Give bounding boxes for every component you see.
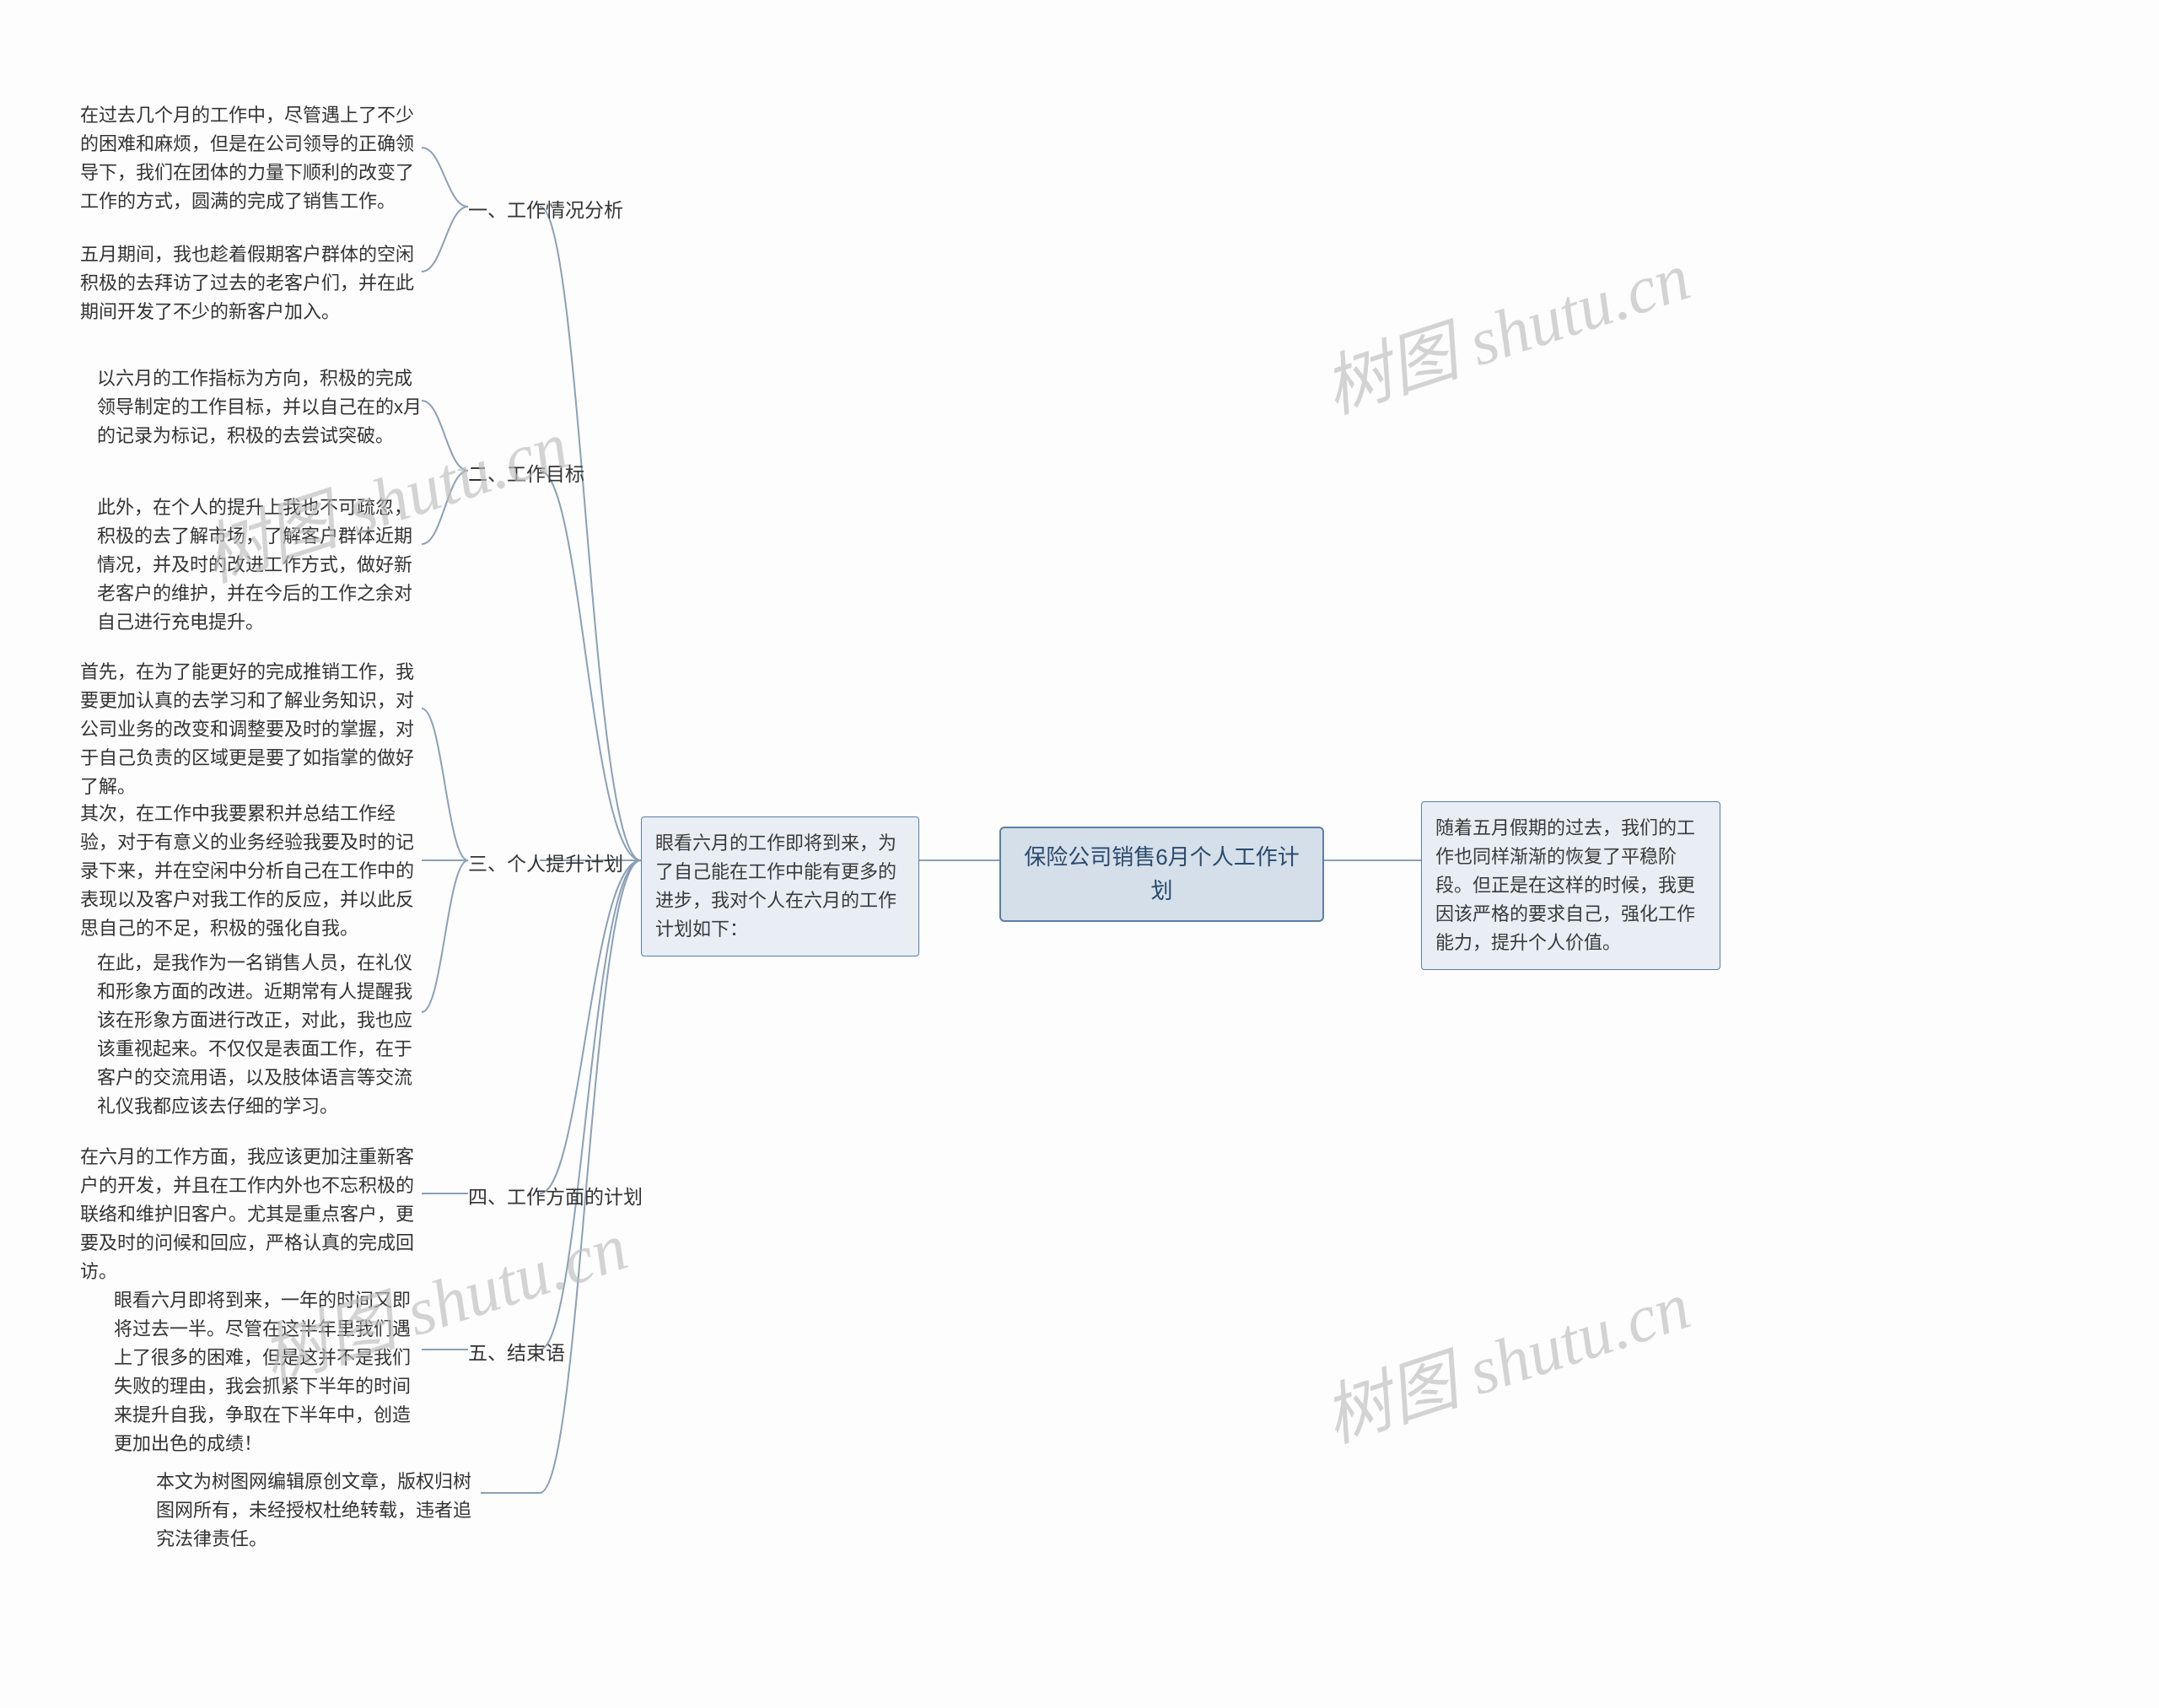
leaf-1-1: 在过去几个月的工作中，尽管遇上了不少的困难和麻烦，但是在公司领导的正确领导下，我… <box>80 101 422 216</box>
leaf-3-1: 首先，在为了能更好的完成推销工作，我要更加认真的去学习和了解业务知识，对公司业务… <box>80 658 422 801</box>
leaf-2-2: 此外，在个人的提升上我也不可疏忽，积极的去了解市场，了解客户群体近期情况，并及时… <box>97 493 422 637</box>
leaf-1-2: 五月期间，我也趁着假期客户群体的空闲积极的去拜访了过去的老客户们，并在此期间开发… <box>80 240 422 326</box>
branch-2-label: 二、工作目标 <box>468 460 584 490</box>
branch-3-label: 三、个人提升计划 <box>468 849 623 880</box>
root-node: 保险公司销售6月个人工作计划 <box>999 827 1324 922</box>
intro-left-node: 眼看六月的工作即将到来，为了自己能在工作中能有更多的进步，我对个人在六月的工作计… <box>641 816 919 956</box>
branch-4-label: 四、工作方面的计划 <box>468 1183 643 1213</box>
intro-right-node: 随着五月假期的过去，我们的工作也同样渐渐的恢复了平稳阶段。但正是在这样的时候，我… <box>1421 801 1720 970</box>
leaf-3-3: 在此，是我作为一名销售人员，在礼仪和形象方面的改进。近期常有人提醒我该在形象方面… <box>97 949 422 1122</box>
watermark: 树图 shutu.cn <box>1310 222 1700 432</box>
leaf-4-1: 在六月的工作方面，我应该更加注重新客户的开发，并且在工作内外也不忘积极的联络和维… <box>80 1143 422 1286</box>
intro-left-text: 眼看六月的工作即将到来，为了自己能在工作中能有更多的进步，我对个人在六月的工作计… <box>655 832 896 940</box>
root-title: 保险公司销售6月个人工作计划 <box>1024 844 1299 903</box>
watermark: 树图 shutu.cn <box>1310 1251 1700 1461</box>
intro-right-text: 随着五月假期的过去，我们的工作也同样渐渐的恢复了平稳阶段。但正是在这样的时候，我… <box>1435 817 1695 953</box>
leaf-6-1: 本文为树图网编辑原创文章，版权归树图网所有，未经授权杜绝转载，违者追究法律责任。 <box>156 1468 481 1554</box>
leaf-5-1: 眼看六月即将到来，一年的时间又即将过去一半。尽管在这半年里我们遇上了很多的困难，… <box>114 1286 422 1459</box>
branch-1-label: 一、工作情况分析 <box>468 196 623 226</box>
branch-5-label: 五、结束语 <box>468 1339 565 1369</box>
leaf-3-2: 其次，在工作中我要累积并总结工作经验，对于有意义的业务经验我要及时的记录下来，并… <box>80 800 422 943</box>
leaf-2-1: 以六月的工作指标为方向，积极的完成领导制定的工作目标，并以自己在的x月的记录为标… <box>97 364 422 450</box>
